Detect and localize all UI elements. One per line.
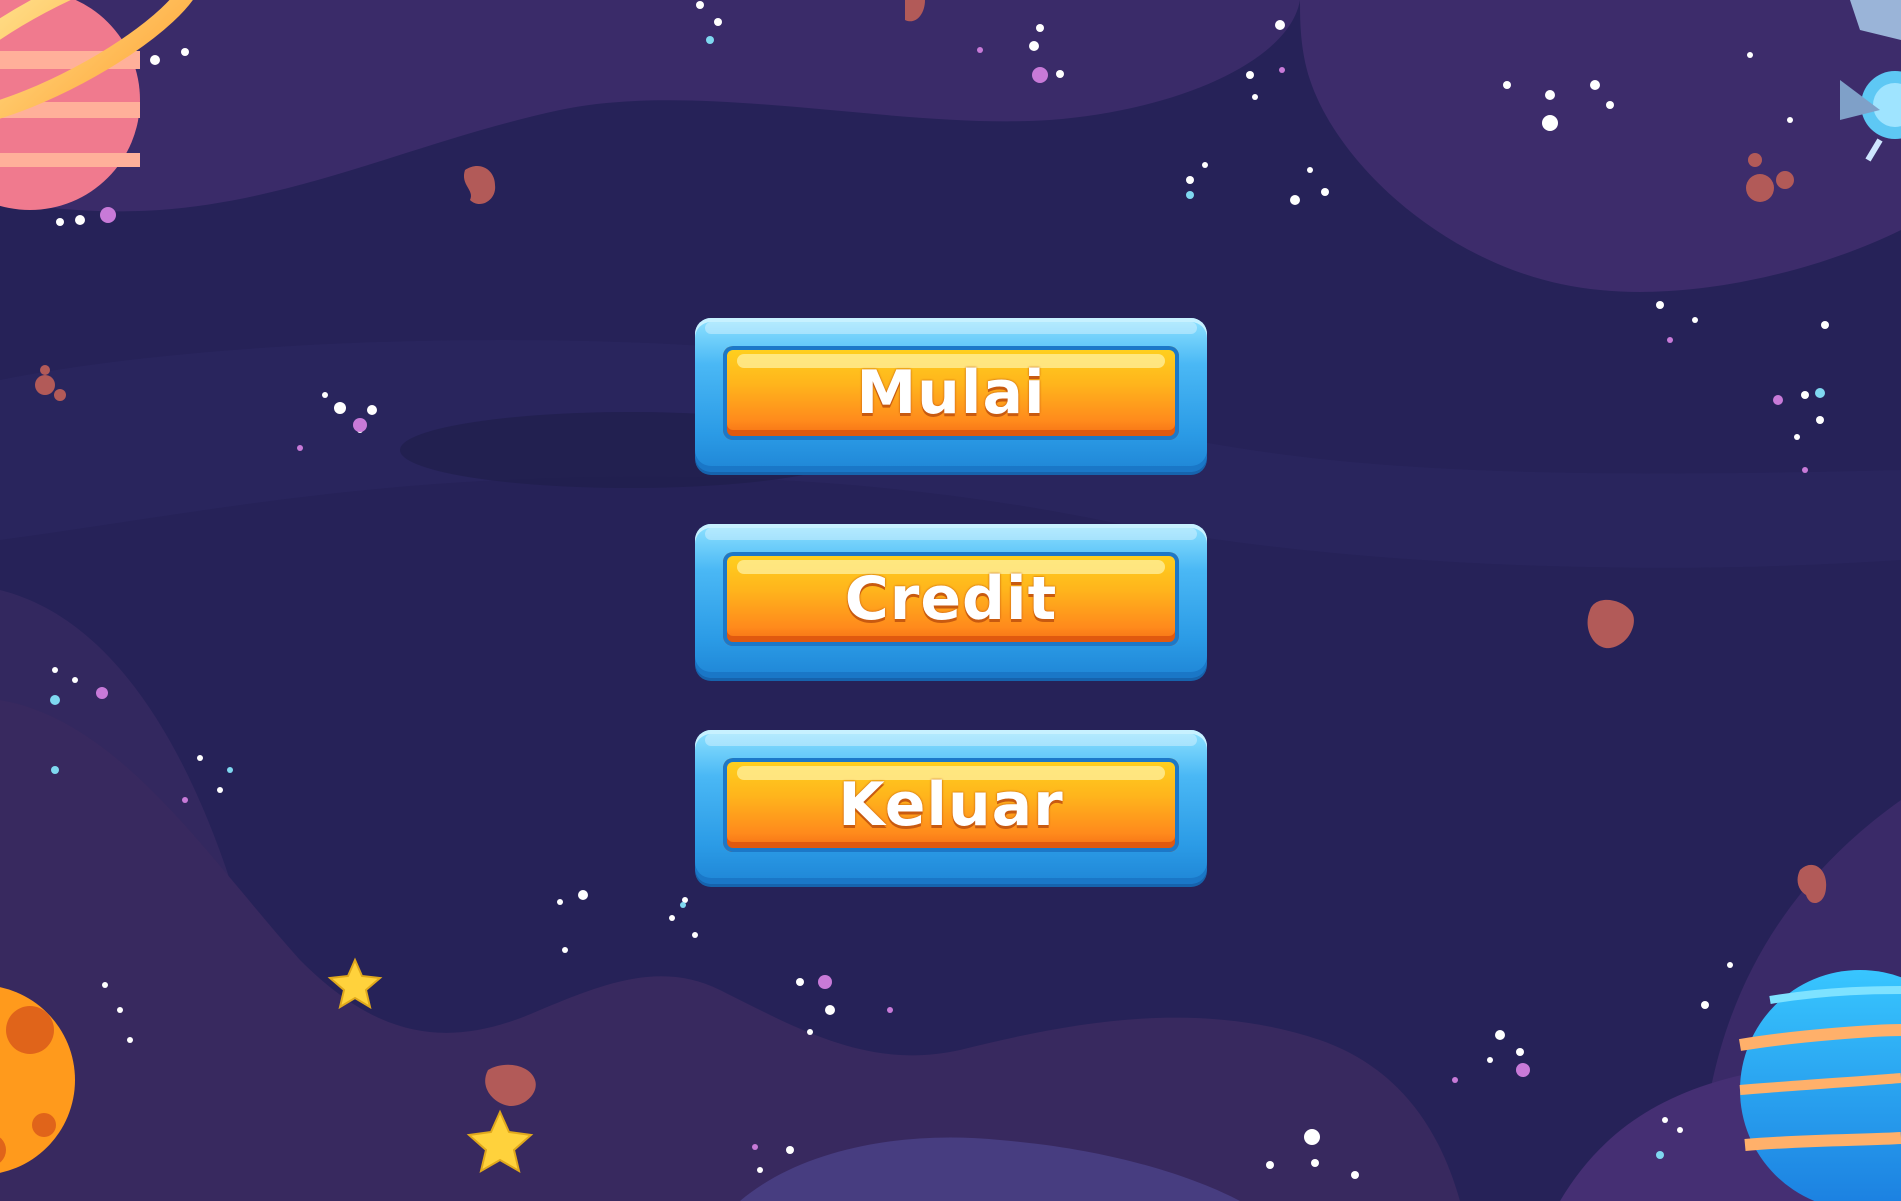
start-button-face: Mulai [723, 346, 1179, 440]
start-button-label: Mulai [856, 358, 1046, 428]
credit-button-face: Credit [723, 552, 1179, 646]
main-menu-screen: Mulai Credit Keluar [0, 0, 1901, 1201]
exit-button-label: Keluar [838, 770, 1064, 840]
exit-button[interactable]: Keluar [695, 730, 1207, 886]
asteroid-icon [463, 165, 496, 205]
credit-button[interactable]: Credit [695, 524, 1207, 680]
asteroid-icon [35, 375, 55, 395]
exit-button-face: Keluar [723, 758, 1179, 852]
asteroid-icon [1587, 599, 1634, 649]
start-button[interactable]: Mulai [695, 318, 1207, 474]
credit-button-label: Credit [844, 564, 1058, 634]
asteroid-icon [1746, 174, 1774, 202]
